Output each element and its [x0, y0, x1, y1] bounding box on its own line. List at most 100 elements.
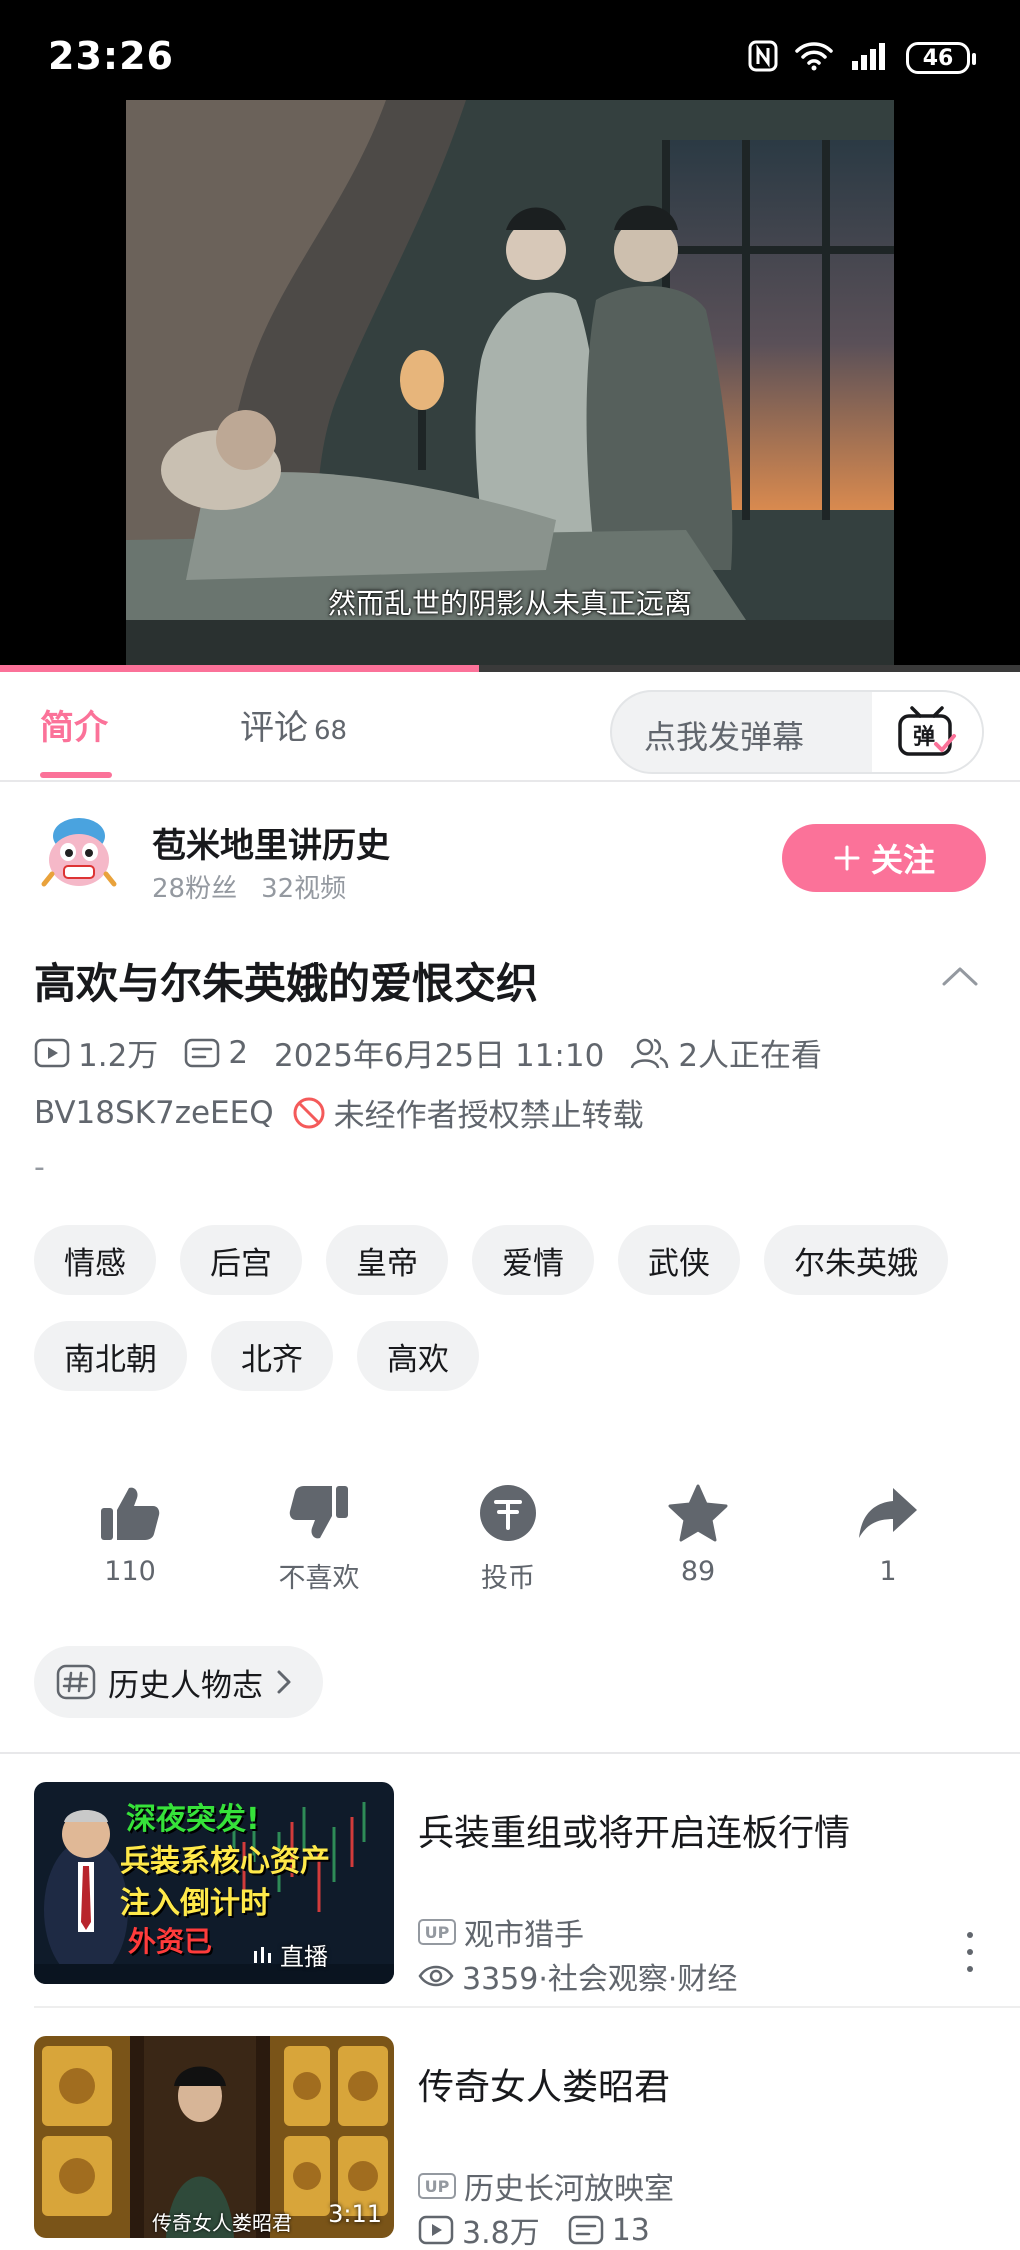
recommended-video-thumbnail: 传奇女人娄昭君 3:11 — [34, 2036, 394, 2238]
tag-chip[interactable]: 爱情 — [472, 1225, 594, 1295]
danmaku-input[interactable]: 点我发弹幕 弹 — [610, 690, 984, 774]
nfc-icon — [748, 40, 778, 76]
thumbnail-caption: 传奇女人娄昭君 — [152, 2211, 292, 2235]
author-name: 观市猎手 — [464, 1918, 584, 1953]
follow-label: 关注 — [870, 841, 935, 879]
plus-icon — [834, 845, 860, 871]
eye-icon — [418, 1965, 454, 1987]
uploader-avatar[interactable] — [36, 810, 122, 896]
video-player[interactable]: 然而乱世的阴影从未真正远离 — [0, 100, 1020, 670]
more-options-icon[interactable] — [960, 1932, 980, 1972]
list-divider — [34, 2006, 1020, 2008]
up-icon: UP — [418, 1919, 456, 1945]
stats-text: 3359·社会观察·财经 — [462, 1962, 738, 1997]
author-name: 历史长河放映室 — [464, 2172, 674, 2207]
series-icon — [56, 1664, 96, 1700]
status-bar: 23:26 46 — [0, 0, 1020, 100]
dislike-button[interactable]: 不喜欢 — [239, 1480, 399, 1595]
follow-button[interactable]: 关注 — [782, 824, 986, 892]
like-count: 110 — [104, 1556, 156, 1587]
status-icons: 46 — [748, 40, 976, 76]
tag-chip[interactable]: 北齐 — [211, 1321, 333, 1391]
copyright-notice: 未经作者授权禁止转载 — [333, 1098, 644, 1134]
tag-chip[interactable]: 情感 — [34, 1225, 156, 1295]
thumbnail-text-3: 注入倒计时 — [120, 1886, 270, 1921]
tag-chip[interactable]: 南北朝 — [34, 1321, 187, 1391]
thumbs-down-icon — [289, 1486, 348, 1539]
like-button[interactable]: 110 — [50, 1480, 210, 1587]
video-progress-bar[interactable] — [0, 665, 1020, 672]
favorite-count: 89 — [680, 1556, 716, 1587]
svg-text:弹: 弹 — [913, 725, 935, 750]
video-meta-row: 1.2万 2 2025年6月25日 11:10 2人正在看 — [34, 1030, 822, 1075]
play-count-icon — [418, 2215, 454, 2245]
uploader-stats: 28粉丝 32视频 — [152, 868, 346, 905]
recommended-video-title: 兵装重组或将开启连板行情 — [418, 1813, 851, 1854]
tab-bar: 简介 评论 68 点我发弹幕 弹 — [0, 672, 1020, 782]
dislike-label: 不喜欢 — [278, 1563, 360, 1594]
chevron-right-icon — [277, 1670, 291, 1694]
recommended-video-author: UP 历史长河放映室 — [418, 2164, 674, 2208]
share-button[interactable]: 1 — [808, 1480, 968, 1587]
tab-comments-label: 评论 — [240, 708, 308, 748]
tag-chip[interactable]: 高欢 — [357, 1321, 479, 1391]
coin-button[interactable]: 投币 — [428, 1480, 588, 1595]
publish-date: 2025年6月25日 11:10 — [274, 1038, 605, 1074]
tab-intro[interactable]: 简介 — [40, 700, 108, 749]
battery-icon: 46 — [906, 42, 976, 74]
danmaku-count: 13 — [611, 2212, 650, 2248]
star-icon — [668, 1484, 728, 1542]
recommended-video-stats: 3.8万 13 — [418, 2208, 650, 2250]
watching-count: 2人正在看 — [678, 1038, 823, 1074]
recommended-video[interactable]: 传奇女人娄昭君 3:11 传奇女人娄昭君 UP 历史长河放映室 3.8万 13 — [0, 2036, 1020, 2250]
danmaku-count: 2 — [228, 1034, 249, 1071]
tag-list: 情感 后宫 皇帝 爱情 武侠 尔朱英娥南北朝 北齐 高欢 — [34, 1225, 994, 1391]
view-count: 1.2万 — [78, 1038, 159, 1074]
live-bars-icon — [254, 1946, 271, 1963]
tab-comments-count: 68 — [314, 716, 348, 746]
thumbnail-text-2: 兵装系核心资产 — [120, 1844, 330, 1879]
play-count-icon — [34, 1037, 70, 1069]
recommended-video-author: UP 观市猎手 — [418, 1910, 584, 1954]
recommended-video-stats: 3359·社会观察·财经 — [418, 1954, 737, 1998]
view-count: 3.8万 — [462, 2216, 540, 2250]
thumbs-up-icon — [101, 1487, 160, 1540]
tab-active-indicator — [40, 772, 112, 778]
danmaku-toggle-button[interactable]: 弹 — [872, 692, 982, 772]
video-duration: 3:11 — [328, 2200, 382, 2228]
watching-icon — [630, 1036, 670, 1070]
series-label: 历史人物志 — [108, 1667, 263, 1704]
share-icon — [859, 1488, 917, 1538]
video-description: - — [34, 1150, 45, 1185]
signal-icon — [850, 41, 890, 75]
recommended-video-thumbnail: 深夜突发! 兵装系核心资产 注入倒计时 外资已 直播 — [34, 1782, 394, 1984]
coin-label: 投币 — [481, 1563, 535, 1594]
action-bar: 110 不喜欢 投币 89 1 — [0, 1480, 1020, 1600]
share-count: 1 — [879, 1556, 897, 1587]
favorite-button[interactable]: 89 — [618, 1480, 778, 1587]
danmaku-placeholder: 点我发弹幕 — [644, 718, 805, 756]
up-icon: UP — [418, 2173, 456, 2199]
video-subtitle: 然而乱世的阴影从未真正远离 — [327, 587, 692, 620]
video-id-row: BV18SK7zeEEQ 未经作者授权禁止转载 — [34, 1090, 644, 1135]
tag-chip[interactable]: 武侠 — [618, 1225, 740, 1295]
danmaku-count-icon — [568, 2215, 603, 2245]
series-chip[interactable]: 历史人物志 — [34, 1646, 323, 1718]
wifi-icon — [794, 41, 834, 75]
chevron-up-icon[interactable] — [940, 964, 980, 992]
uploader-fans: 28粉丝 — [152, 874, 238, 904]
status-time: 23:26 — [48, 34, 174, 78]
tab-comments[interactable]: 评论 68 — [240, 700, 347, 749]
tag-chip[interactable]: 尔朱英娥 — [764, 1225, 948, 1295]
forbidden-icon — [292, 1096, 326, 1130]
thumbnail-text-1: 深夜突发! — [126, 1802, 260, 1837]
uploader-row: 苞米地里讲历史 28粉丝 32视频 关注 — [0, 790, 1020, 930]
bvid[interactable]: BV18SK7zeEEQ — [34, 1095, 274, 1131]
section-divider — [0, 1752, 1020, 1754]
recommended-video-title: 传奇女人娄昭君 — [418, 2067, 671, 2108]
tag-chip[interactable]: 皇帝 — [326, 1225, 448, 1295]
recommended-video[interactable]: 深夜突发! 兵装系核心资产 注入倒计时 外资已 直播 兵装重组或将开启连板行情 … — [0, 1782, 1020, 2002]
uploader-name[interactable]: 苞米地里讲历史 — [152, 818, 390, 867]
tag-chip[interactable]: 后宫 — [180, 1225, 302, 1295]
video-progress-fill — [0, 665, 480, 672]
